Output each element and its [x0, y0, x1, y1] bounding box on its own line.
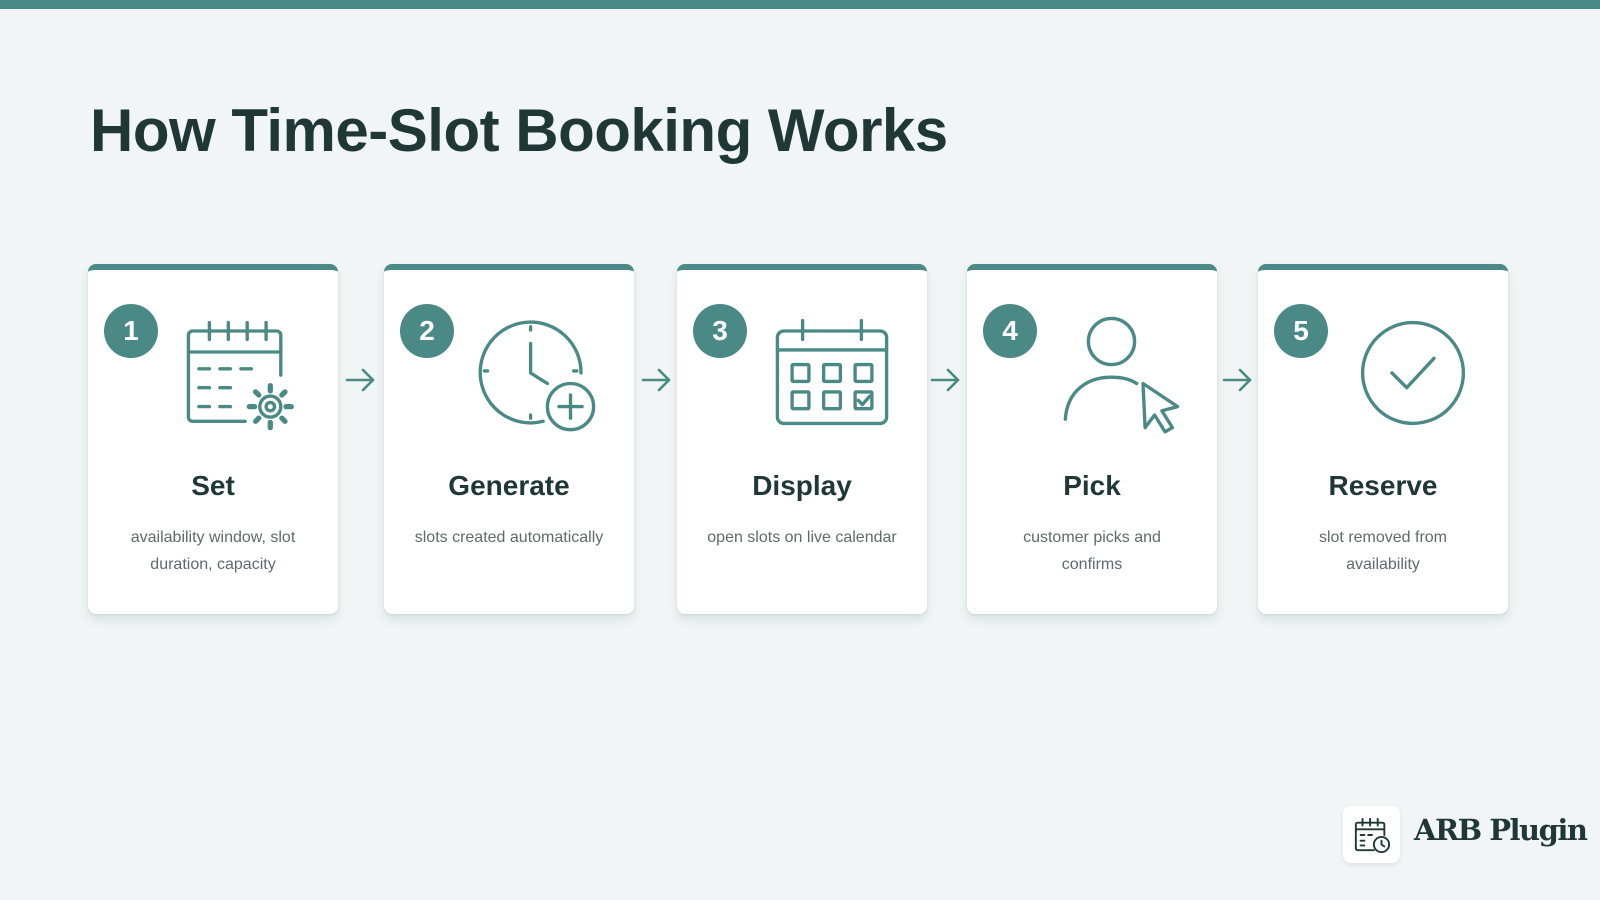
check-circle-icon [1360, 320, 1466, 426]
arrow-right-icon [1222, 368, 1252, 392]
calendar-gear-icon [186, 320, 294, 431]
step-description: slots created automatically [414, 529, 604, 546]
page-title: How Time-Slot Booking Works [90, 97, 948, 164]
step-title: Generate [448, 470, 570, 501]
step-description: customer picks and confirms [1023, 529, 1161, 573]
step-card-display: 3 Display open slots on live calendar [677, 264, 927, 614]
user-cursor-icon [1063, 316, 1180, 434]
step-card-generate: 2 Generate slots created automatically [384, 264, 634, 614]
step-description: availability window, slot duration, capa… [130, 529, 296, 573]
step-number-badge: 2 [400, 304, 454, 358]
step-number-badge: 1 [104, 304, 158, 358]
calendar-clock-icon [1354, 817, 1391, 854]
arrow-right-icon [930, 368, 960, 392]
calendar-grid-icon [775, 318, 889, 426]
step-number-badge: 4 [983, 304, 1037, 358]
step-description: slot removed from availability [1318, 529, 1448, 573]
brand-logo [1343, 806, 1400, 863]
arrow-right-icon [641, 368, 671, 392]
step-title: Pick [1063, 470, 1121, 501]
arrow-right-icon [345, 368, 375, 392]
brand-name: ARB Plugin [1414, 813, 1588, 847]
step-title: Set [191, 470, 235, 501]
step-number-badge: 3 [693, 304, 747, 358]
top-accent-bar [0, 0, 1600, 9]
step-card-set: 1 Set availability window, slot duration… [88, 264, 338, 614]
step-description: open slots on live calendar [707, 529, 897, 546]
step-card-reserve: 5 Reserve slot removed from availability [1258, 264, 1508, 614]
step-title: Display [752, 470, 852, 501]
step-card-pick: 4 Pick customer picks and confirms [967, 264, 1217, 614]
clock-plus-icon [478, 320, 596, 432]
step-title: Reserve [1328, 470, 1438, 501]
step-number-badge: 5 [1274, 304, 1328, 358]
